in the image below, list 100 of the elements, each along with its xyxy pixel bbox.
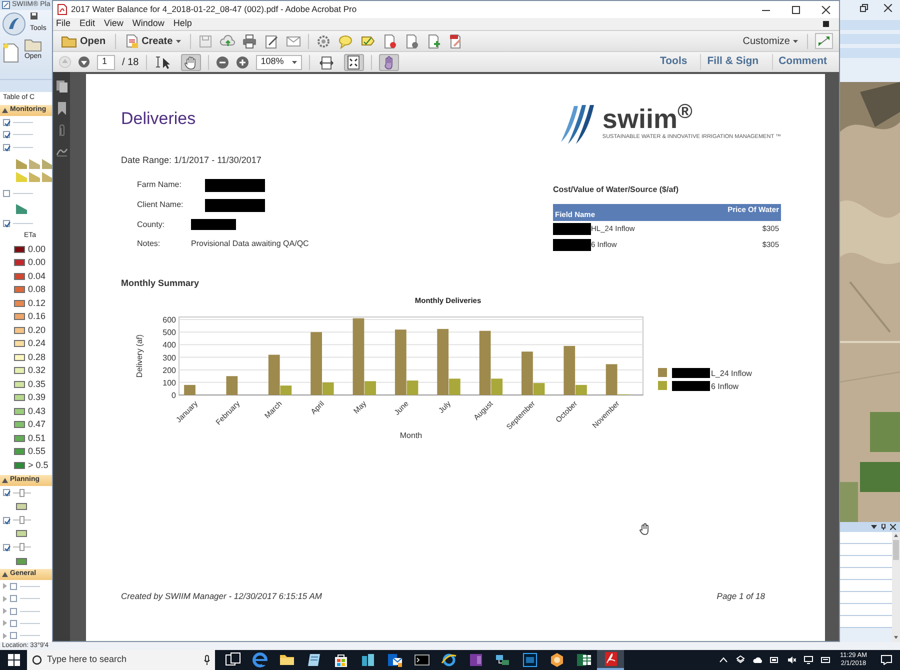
logo-icon[interactable]	[2, 12, 26, 36]
paperclip-icon[interactable]	[56, 124, 66, 137]
close-icon[interactable]	[890, 524, 896, 530]
scrollbar[interactable]	[892, 532, 900, 642]
expander-icon[interactable]	[2, 108, 8, 113]
page-number-field[interactable]: 1	[97, 54, 115, 70]
checkbox[interactable]	[3, 220, 10, 228]
box-icon[interactable]	[736, 655, 746, 665]
pane-tab[interactable]: Fill & Sign	[700, 54, 765, 70]
caret-up-icon[interactable]	[719, 655, 728, 665]
create-icon	[124, 34, 139, 48]
menu-item[interactable]: Edit	[80, 17, 96, 31]
checkbox[interactable]	[3, 131, 10, 138]
pdf-icon	[602, 651, 618, 667]
date-range: Date Range: 1/1/2017 - 11/30/2017	[121, 154, 262, 167]
checkbox[interactable]	[10, 582, 17, 590]
section-title: Monthly Summary	[121, 276, 200, 290]
create-button[interactable]: Create	[122, 32, 183, 50]
print-icon[interactable]	[242, 34, 257, 48]
cloud-upload-icon[interactable]	[220, 34, 235, 48]
hand-tool-button[interactable]	[180, 54, 201, 70]
search-field[interactable]: Type here to search	[27, 650, 215, 670]
polygon-swatch-icon	[16, 204, 27, 214]
bar	[226, 376, 238, 395]
touch-mode-button[interactable]	[378, 54, 399, 70]
legend-label: 0.47	[28, 418, 46, 432]
document-icon[interactable]	[448, 34, 463, 48]
document-icon[interactable]	[382, 34, 397, 48]
checkbox[interactable]	[10, 632, 17, 640]
pin-icon[interactable]	[881, 524, 886, 530]
bookmark-icon[interactable]	[56, 102, 66, 115]
customize-button[interactable]: Customize	[740, 32, 800, 50]
slider-icon[interactable]	[13, 516, 31, 524]
menu-item[interactable]: File	[56, 17, 71, 31]
pane-tab[interactable]: Comment	[772, 54, 833, 70]
taskbar-button[interactable]	[597, 650, 624, 670]
pages-icon[interactable]	[56, 80, 68, 93]
folder-icon[interactable]	[24, 38, 42, 52]
field-label: Client Name:	[137, 199, 184, 211]
restore-icon[interactable]	[860, 4, 868, 12]
legend-label: 0.20	[28, 324, 46, 337]
gear-icon[interactable]	[316, 34, 331, 48]
zoom-out-icon[interactable]	[216, 56, 229, 68]
folder-icon	[278, 652, 294, 668]
next-page-icon[interactable]	[78, 56, 90, 68]
menu-item[interactable]: Help	[173, 17, 192, 31]
checkbox[interactable]	[3, 489, 10, 496]
edit-icon[interactable]	[264, 34, 279, 48]
document-icon[interactable]	[404, 34, 419, 48]
expander-icon[interactable]	[2, 478, 8, 484]
checkbox[interactable]	[10, 595, 17, 602]
battery-icon[interactable]	[770, 655, 780, 665]
legend-label: 0.43	[28, 404, 46, 418]
tag-icon[interactable]	[360, 34, 375, 48]
checkbox[interactable]	[3, 544, 10, 551]
keyboard-icon[interactable]	[821, 655, 830, 665]
menu-item[interactable]: View	[104, 17, 124, 31]
dropdown-icon[interactable]	[871, 525, 877, 529]
axis-tick-label: 600	[162, 316, 176, 325]
notification-icon[interactable]	[881, 655, 892, 665]
slider-icon[interactable]	[13, 543, 31, 552]
legend-label: 0.00	[28, 256, 46, 270]
checkbox[interactable]	[3, 144, 10, 151]
new-document-icon[interactable]	[2, 42, 20, 62]
image-editor-icon	[522, 652, 538, 668]
monitor-icon[interactable]	[804, 655, 814, 665]
mail-icon[interactable]	[286, 34, 301, 48]
legend-label: 0.24	[28, 337, 46, 350]
pane-tab[interactable]: Tools	[654, 54, 694, 70]
close-icon[interactable]	[884, 4, 892, 12]
axis-tick-label: 500	[162, 328, 176, 338]
window-title: 2017 Water Balance for 4_2018-01-22_08-47 (002).pdf - Adobe Acrobat Pro	[71, 3, 358, 16]
mail-icon	[386, 652, 402, 668]
speaker-muted-icon[interactable]	[787, 655, 796, 665]
expand-icon[interactable]	[815, 33, 833, 49]
close-icon	[821, 6, 831, 14]
legend-label: 0.35	[28, 378, 46, 391]
checkbox[interactable]	[3, 190, 10, 198]
fit-page-button[interactable]	[344, 54, 364, 70]
cloud-icon[interactable]	[753, 655, 762, 665]
open-button[interactable]: Open	[59, 32, 108, 50]
axis-tick-label: 100	[162, 378, 176, 388]
checkbox[interactable]	[3, 516, 10, 524]
save-icon[interactable]	[30, 12, 38, 20]
network-icon	[494, 652, 510, 668]
signature-icon[interactable]	[56, 146, 68, 157]
field-label: County:	[137, 218, 166, 230]
checkbox[interactable]	[3, 118, 10, 126]
checkbox[interactable]	[10, 620, 17, 627]
menu-item[interactable]: Window	[132, 17, 164, 31]
zoom-field[interactable]: 108%	[256, 54, 302, 70]
pdf-icon	[57, 4, 67, 15]
checkbox[interactable]	[10, 608, 17, 615]
slider-icon[interactable]	[13, 488, 31, 497]
logo-text: swiim$^{®}$	[602, 106, 692, 134]
document-icon[interactable]	[426, 34, 441, 48]
zoom-in-icon[interactable]	[236, 56, 249, 68]
legend-label: 0.16	[28, 310, 46, 324]
store-icon	[332, 652, 348, 668]
field-value: Provisional Data awaiting QA/QC	[191, 238, 309, 250]
